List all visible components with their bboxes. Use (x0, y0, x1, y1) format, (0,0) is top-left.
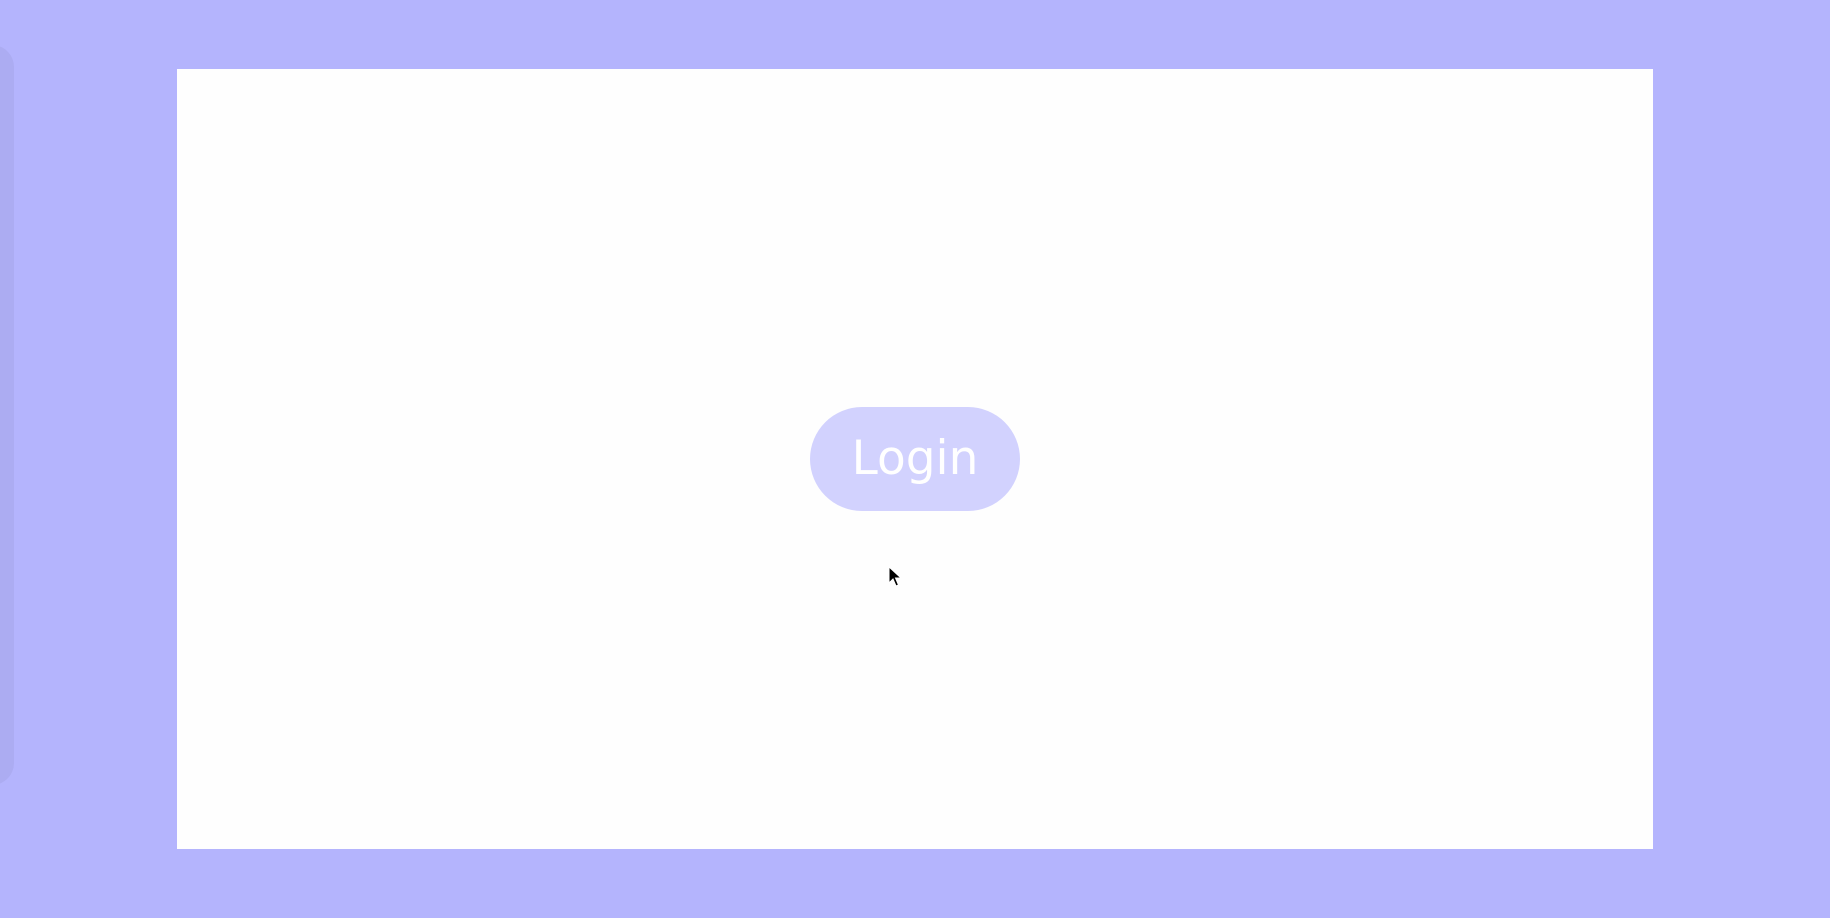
mouse-cursor-icon (888, 566, 903, 587)
main-canvas: Login (177, 69, 1653, 849)
login-button[interactable]: Login (810, 407, 1020, 511)
side-panel-edge (0, 45, 14, 785)
